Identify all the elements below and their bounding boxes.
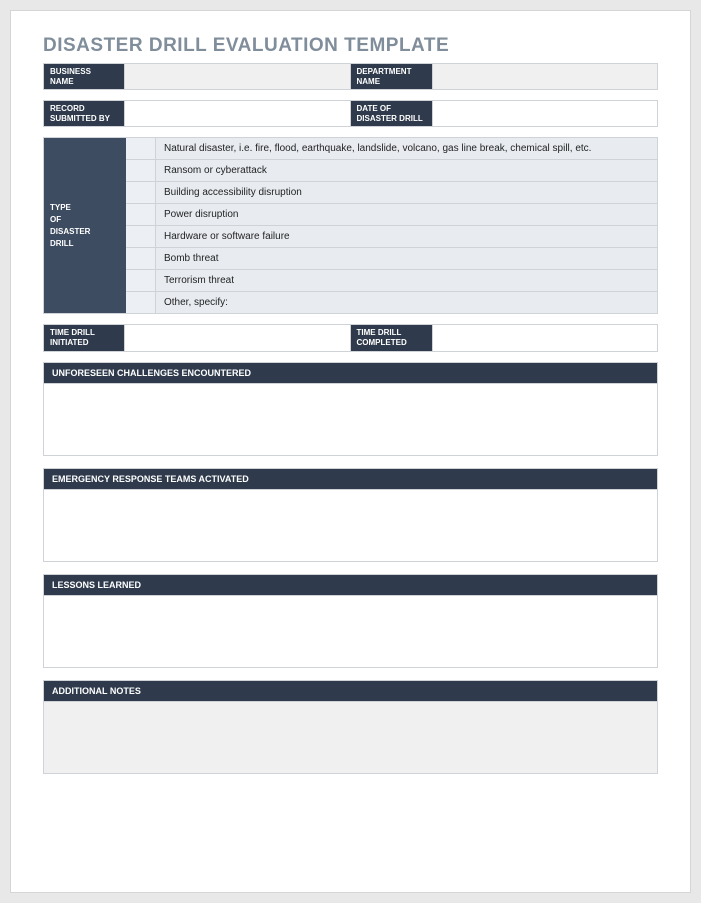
- type-option-row: Power disruption: [126, 204, 657, 226]
- type-option-text: Bomb threat: [156, 248, 657, 269]
- document-page: DISASTER DRILL EVALUATION TEMPLATE BUSIN…: [10, 10, 691, 893]
- page-title: DISASTER DRILL EVALUATION TEMPLATE: [43, 35, 658, 57]
- input-challenges[interactable]: [43, 384, 658, 456]
- input-time-initiated[interactable]: [125, 324, 351, 351]
- input-business-name[interactable]: [125, 63, 351, 90]
- label-time-completed: TIME DRILL COMPLETED: [351, 324, 433, 351]
- type-option-checkbox[interactable]: [126, 182, 156, 203]
- input-time-completed[interactable]: [433, 324, 659, 351]
- type-option-checkbox[interactable]: [126, 138, 156, 159]
- type-of-drill-block: TYPE OF DISASTER DRILL Natural disaster,…: [43, 137, 658, 314]
- input-teams[interactable]: [43, 490, 658, 562]
- input-department-name[interactable]: [433, 63, 659, 90]
- label-type-of-drill: TYPE OF DISASTER DRILL: [44, 138, 126, 313]
- section-challenges: UNFORESEEN CHALLENGES ENCOUNTERED: [43, 362, 658, 456]
- input-date-of-drill[interactable]: [433, 100, 659, 127]
- type-option-checkbox[interactable]: [126, 292, 156, 313]
- type-option-text: Terrorism threat: [156, 270, 657, 291]
- header-lessons: LESSONS LEARNED: [43, 574, 658, 596]
- type-option-text: Building accessibility disruption: [156, 182, 657, 203]
- label-date-of-drill: DATE OF DISASTER DRILL: [351, 100, 433, 127]
- type-option-checkbox[interactable]: [126, 248, 156, 269]
- type-option-checkbox[interactable]: [126, 270, 156, 291]
- type-option-row: Other, specify:: [126, 292, 657, 313]
- section-notes: ADDITIONAL NOTES: [43, 680, 658, 774]
- type-option-row: Building accessibility disruption: [126, 182, 657, 204]
- type-option-text: Other, specify:: [156, 292, 657, 313]
- type-option-text: Hardware or software failure: [156, 226, 657, 247]
- type-option-text: Ransom or cyberattack: [156, 160, 657, 181]
- row-time: TIME DRILL INITIATED TIME DRILL COMPLETE…: [43, 324, 658, 351]
- type-option-row: Terrorism threat: [126, 270, 657, 292]
- header-challenges: UNFORESEEN CHALLENGES ENCOUNTERED: [43, 362, 658, 384]
- input-notes[interactable]: [43, 702, 658, 774]
- type-option-row: Hardware or software failure: [126, 226, 657, 248]
- header-teams: EMERGENCY RESPONSE TEAMS ACTIVATED: [43, 468, 658, 490]
- label-record-submitted-by: RECORD SUBMITTED BY: [43, 100, 125, 127]
- section-teams: EMERGENCY RESPONSE TEAMS ACTIVATED: [43, 468, 658, 562]
- input-record-submitted-by[interactable]: [125, 100, 351, 127]
- type-option-checkbox[interactable]: [126, 226, 156, 247]
- type-options-list: Natural disaster, i.e. fire, flood, eart…: [126, 138, 657, 313]
- input-lessons[interactable]: [43, 596, 658, 668]
- type-option-text: Natural disaster, i.e. fire, flood, eart…: [156, 138, 657, 159]
- label-business-name: BUSINESS NAME: [43, 63, 125, 90]
- header-notes: ADDITIONAL NOTES: [43, 680, 658, 702]
- type-option-row: Ransom or cyberattack: [126, 160, 657, 182]
- row-record-date: RECORD SUBMITTED BY DATE OF DISASTER DRI…: [43, 100, 658, 127]
- type-option-text: Power disruption: [156, 204, 657, 225]
- type-option-row: Natural disaster, i.e. fire, flood, eart…: [126, 138, 657, 160]
- type-option-checkbox[interactable]: [126, 160, 156, 181]
- type-option-checkbox[interactable]: [126, 204, 156, 225]
- label-department-name: DEPARTMENT NAME: [351, 63, 433, 90]
- label-time-initiated: TIME DRILL INITIATED: [43, 324, 125, 351]
- row-business-department: BUSINESS NAME DEPARTMENT NAME: [43, 63, 658, 90]
- type-option-row: Bomb threat: [126, 248, 657, 270]
- section-lessons: LESSONS LEARNED: [43, 574, 658, 668]
